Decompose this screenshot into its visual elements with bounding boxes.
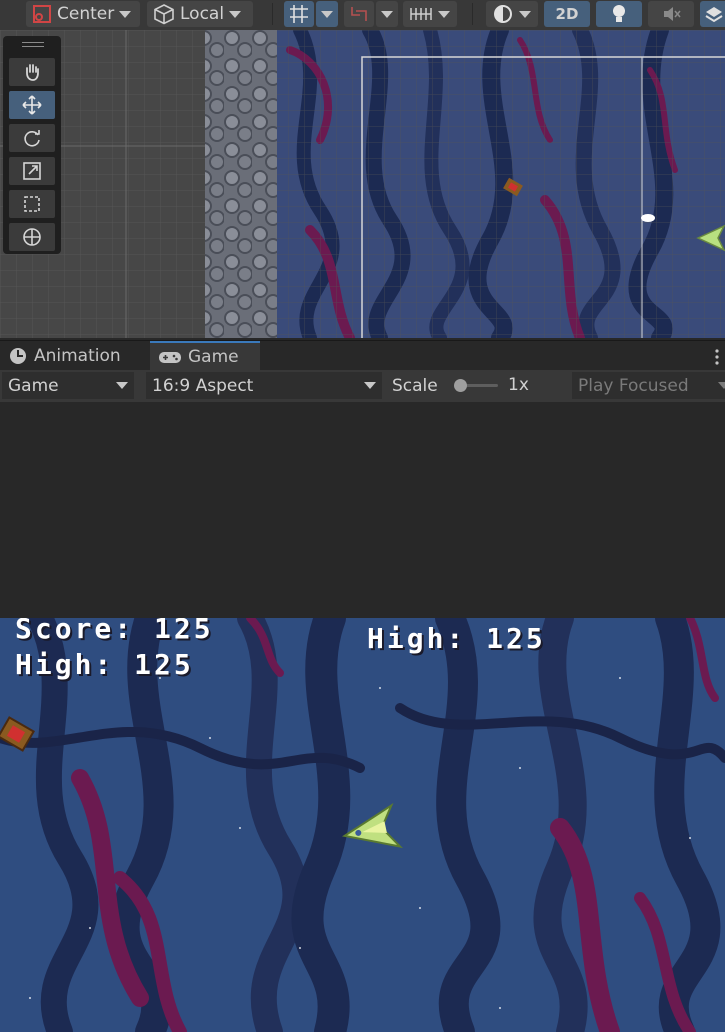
cube-icon <box>154 4 174 25</box>
game-view[interactable]: Score: 125 High: 125 High: 125 <box>0 618 725 1032</box>
tab-animation-label: Animation <box>34 346 121 366</box>
scene-canvas <box>0 30 725 338</box>
scene-tools-overlay <box>3 36 61 254</box>
transform-tool-button[interactable] <box>9 223 55 251</box>
scene-toolbar: Center Local 2D <box>0 0 725 30</box>
scale-label: Scale <box>392 375 438 396</box>
increment-snap-button[interactable] <box>344 1 374 27</box>
panel-menu-button[interactable] <box>714 348 720 370</box>
grid-snap-dropdown[interactable] <box>316 1 338 27</box>
lighting-toggle[interactable] <box>596 1 642 27</box>
space-label: Local <box>180 4 225 24</box>
gamepad-icon <box>159 352 181 363</box>
chevron-down-icon <box>438 10 450 18</box>
pivot-label: Center <box>57 4 115 24</box>
toolbar-divider <box>272 3 273 25</box>
grid-snap-icon <box>290 5 308 23</box>
aspect-dropdown[interactable]: 16:9 Aspect <box>146 372 382 399</box>
chevron-down-icon <box>364 382 376 389</box>
pivot-dropdown[interactable]: Center <box>26 1 140 27</box>
chevron-down-icon <box>119 10 132 18</box>
chevron-down-icon <box>519 10 531 18</box>
chevron-down-icon <box>229 10 242 18</box>
speaker-mute-icon <box>664 7 681 21</box>
space-dropdown[interactable]: Local <box>147 1 253 27</box>
tab-game[interactable]: Game <box>150 341 260 371</box>
chevron-down-icon <box>321 10 333 18</box>
chevron-down-icon <box>381 10 393 18</box>
grid-snap-button[interactable] <box>284 1 314 27</box>
tab-animation[interactable]: Animation <box>0 341 148 371</box>
light-bulb-icon <box>613 5 625 22</box>
display-dropdown[interactable]: Game <box>2 372 134 399</box>
kebab-menu-icon <box>715 349 719 365</box>
game-view-toolbar: Game 16:9 Aspect Scale 1x Play Focused <box>0 370 725 402</box>
scale-control: Scale 1x <box>386 372 568 399</box>
audio-toggle[interactable] <box>648 1 694 27</box>
increment-snap-icon <box>351 7 367 21</box>
scale-tool-button[interactable] <box>9 157 55 185</box>
display-label: Game <box>8 375 59 396</box>
rotate-icon <box>24 130 40 147</box>
hand-tool-button[interactable] <box>9 58 55 86</box>
mode-2d-label: 2D <box>555 5 579 23</box>
scale-value: 1x <box>508 375 529 395</box>
play-mode-label: Play Focused <box>578 375 689 396</box>
increment-snap-dropdown[interactable] <box>376 1 398 27</box>
toolbar-divider <box>472 3 473 25</box>
layers-icon <box>705 7 723 23</box>
chevron-down-icon <box>116 382 128 389</box>
move-arrows-icon <box>22 95 42 115</box>
tab-game-label: Game <box>188 347 239 367</box>
ruler-grid-icon <box>410 8 432 20</box>
pivot-icon <box>33 5 51 23</box>
clock-icon <box>10 348 26 364</box>
aspect-label: 16:9 Aspect <box>152 375 254 396</box>
rotate-tool-button[interactable] <box>9 124 55 152</box>
rect-transform-icon <box>24 196 40 212</box>
draw-mode-dropdown[interactable] <box>486 1 538 27</box>
mode-2d-toggle[interactable]: 2D <box>544 1 590 27</box>
hand-icon <box>26 64 39 81</box>
high-score-center-text: High: 125 <box>367 622 546 655</box>
scene-view[interactable] <box>0 30 725 338</box>
transform-icon <box>23 228 41 246</box>
scale-slider-thumb[interactable] <box>454 379 467 392</box>
high-score-text: High: 125 <box>15 648 194 681</box>
play-mode-dropdown[interactable]: Play Focused <box>572 372 725 399</box>
rect-tool-button[interactable] <box>9 190 55 218</box>
score-text: Score: 125 <box>15 618 214 645</box>
shaded-sphere-icon <box>494 5 512 23</box>
panel-tab-bar: Animation Game <box>0 340 725 371</box>
effects-toggle[interactable] <box>700 1 725 27</box>
move-tool-button[interactable] <box>9 91 55 119</box>
grid-visibility-dropdown[interactable] <box>403 1 457 27</box>
game-view-letterbox <box>0 402 725 618</box>
scale-icon <box>23 162 41 180</box>
drag-handle[interactable] <box>22 42 44 47</box>
chevron-down-icon <box>718 382 725 389</box>
